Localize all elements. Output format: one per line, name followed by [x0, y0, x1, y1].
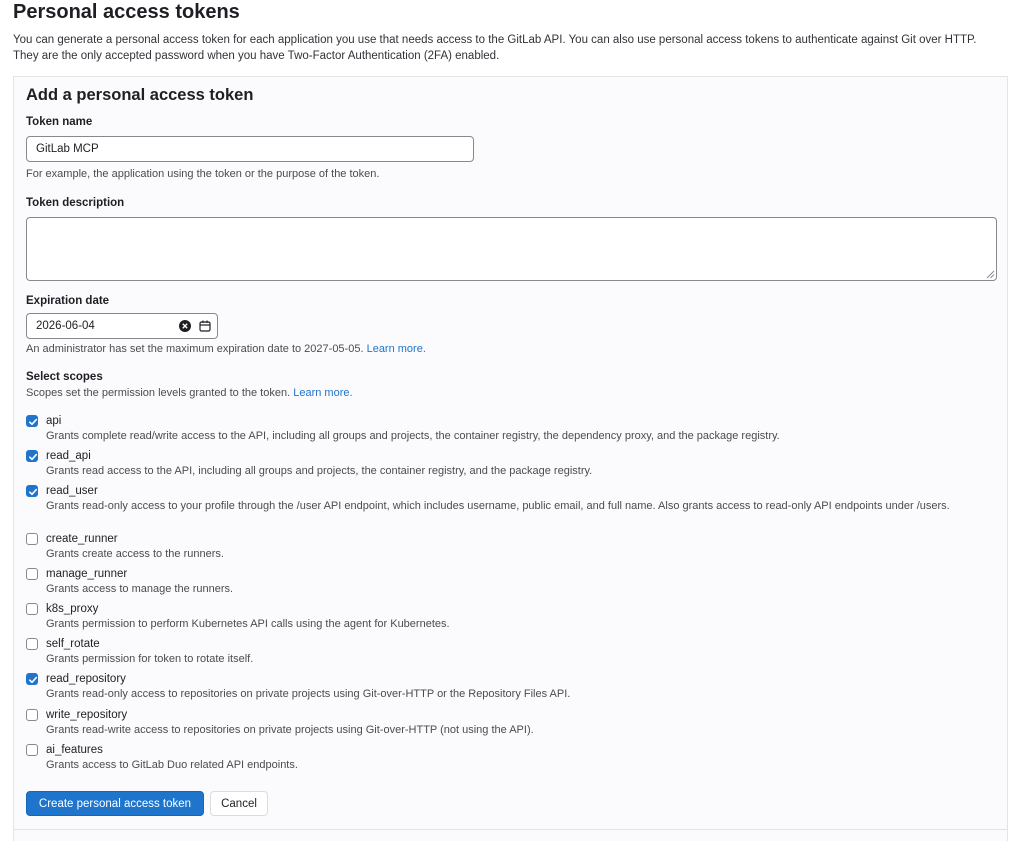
check-icon	[28, 453, 38, 461]
scope-name[interactable]: manage_runner	[46, 567, 127, 581]
scopes-label: Select scopes	[26, 371, 103, 383]
page-intro: You can generate a personal access token…	[13, 32, 1018, 64]
scope-description: Grants access to GitLab Duo related API …	[46, 759, 298, 771]
scope-name[interactable]: ai_features	[46, 743, 103, 757]
scope-checkbox[interactable]	[26, 450, 38, 462]
scope-description: Grants read-only access to your profile …	[46, 500, 950, 512]
check-icon	[28, 676, 38, 684]
clear-icon[interactable]	[177, 318, 193, 334]
form-title: Add a personal access token	[26, 86, 254, 104]
scope-description: Grants create access to the runners.	[46, 548, 224, 560]
token-name-label: Token name	[26, 116, 93, 128]
page-title: Personal access tokens	[13, 1, 240, 23]
calendar-icon[interactable]	[197, 318, 213, 334]
create-token-button[interactable]: Create personal access token	[26, 791, 204, 816]
panel-divider	[13, 829, 1008, 830]
check-icon	[28, 488, 38, 496]
intro-line-1: You can generate a personal access token…	[13, 34, 977, 46]
token-description-label: Token description	[26, 197, 125, 209]
scope-description: Grants permission to perform Kubernetes …	[46, 618, 450, 630]
check-icon	[28, 418, 38, 426]
expiration-date-input[interactable]: 2026-06-04	[26, 313, 218, 339]
scope-name[interactable]: create_runner	[46, 532, 118, 546]
scope-name[interactable]: read_api	[46, 449, 91, 463]
scope-checkbox[interactable]	[26, 603, 38, 615]
expiration-learn-more-link[interactable]: Learn more.	[367, 343, 426, 355]
scope-name[interactable]: api	[46, 414, 61, 428]
scope-checkbox[interactable]	[26, 568, 38, 580]
scope-description: Grants read-only access to repositories …	[46, 688, 571, 700]
scope-checkbox[interactable]	[26, 638, 38, 650]
scope-checkbox[interactable]	[26, 415, 38, 427]
scopes-help-text: Scopes set the permission levels granted…	[26, 387, 291, 399]
scope-checkbox[interactable]	[26, 485, 38, 497]
scopes-help: Scopes set the permission levels granted…	[26, 386, 353, 400]
resize-grip-icon[interactable]	[986, 270, 995, 279]
scope-checkbox[interactable]	[26, 709, 38, 721]
intro-line-2: They are the only accepted password when…	[13, 50, 500, 62]
expiration-label: Expiration date	[26, 295, 110, 307]
scope-name[interactable]: write_repository	[46, 708, 127, 722]
scope-checkbox[interactable]	[26, 744, 38, 756]
cancel-button[interactable]: Cancel	[210, 791, 268, 816]
expiration-help: An administrator has set the maximum exp…	[26, 342, 426, 356]
token-name-input[interactable]: GitLab MCP	[26, 136, 474, 162]
scope-name[interactable]: k8s_proxy	[46, 602, 98, 616]
scope-description: Grants permission for token to rotate it…	[46, 653, 254, 665]
token-description-textarea[interactable]	[26, 217, 997, 281]
scope-name[interactable]: read_user	[46, 484, 98, 498]
scopes-learn-more-link[interactable]: Learn more.	[293, 387, 352, 399]
expiration-date-value: 2026-06-04	[36, 320, 95, 332]
scope-name[interactable]: read_repository	[46, 672, 126, 686]
scope-description: Grants complete read/write access to the…	[46, 430, 780, 442]
scope-name[interactable]: self_rotate	[46, 637, 100, 651]
scope-description: Grants access to manage the runners.	[46, 583, 234, 595]
scope-checkbox[interactable]	[26, 533, 38, 545]
token-name-help: For example, the application using the t…	[26, 168, 380, 180]
expiration-help-text: An administrator has set the maximum exp…	[26, 343, 364, 355]
scope-description: Grants read-write access to repositories…	[46, 724, 534, 736]
scope-checkbox[interactable]	[26, 673, 38, 685]
scope-description: Grants read access to the API, including…	[46, 465, 593, 477]
